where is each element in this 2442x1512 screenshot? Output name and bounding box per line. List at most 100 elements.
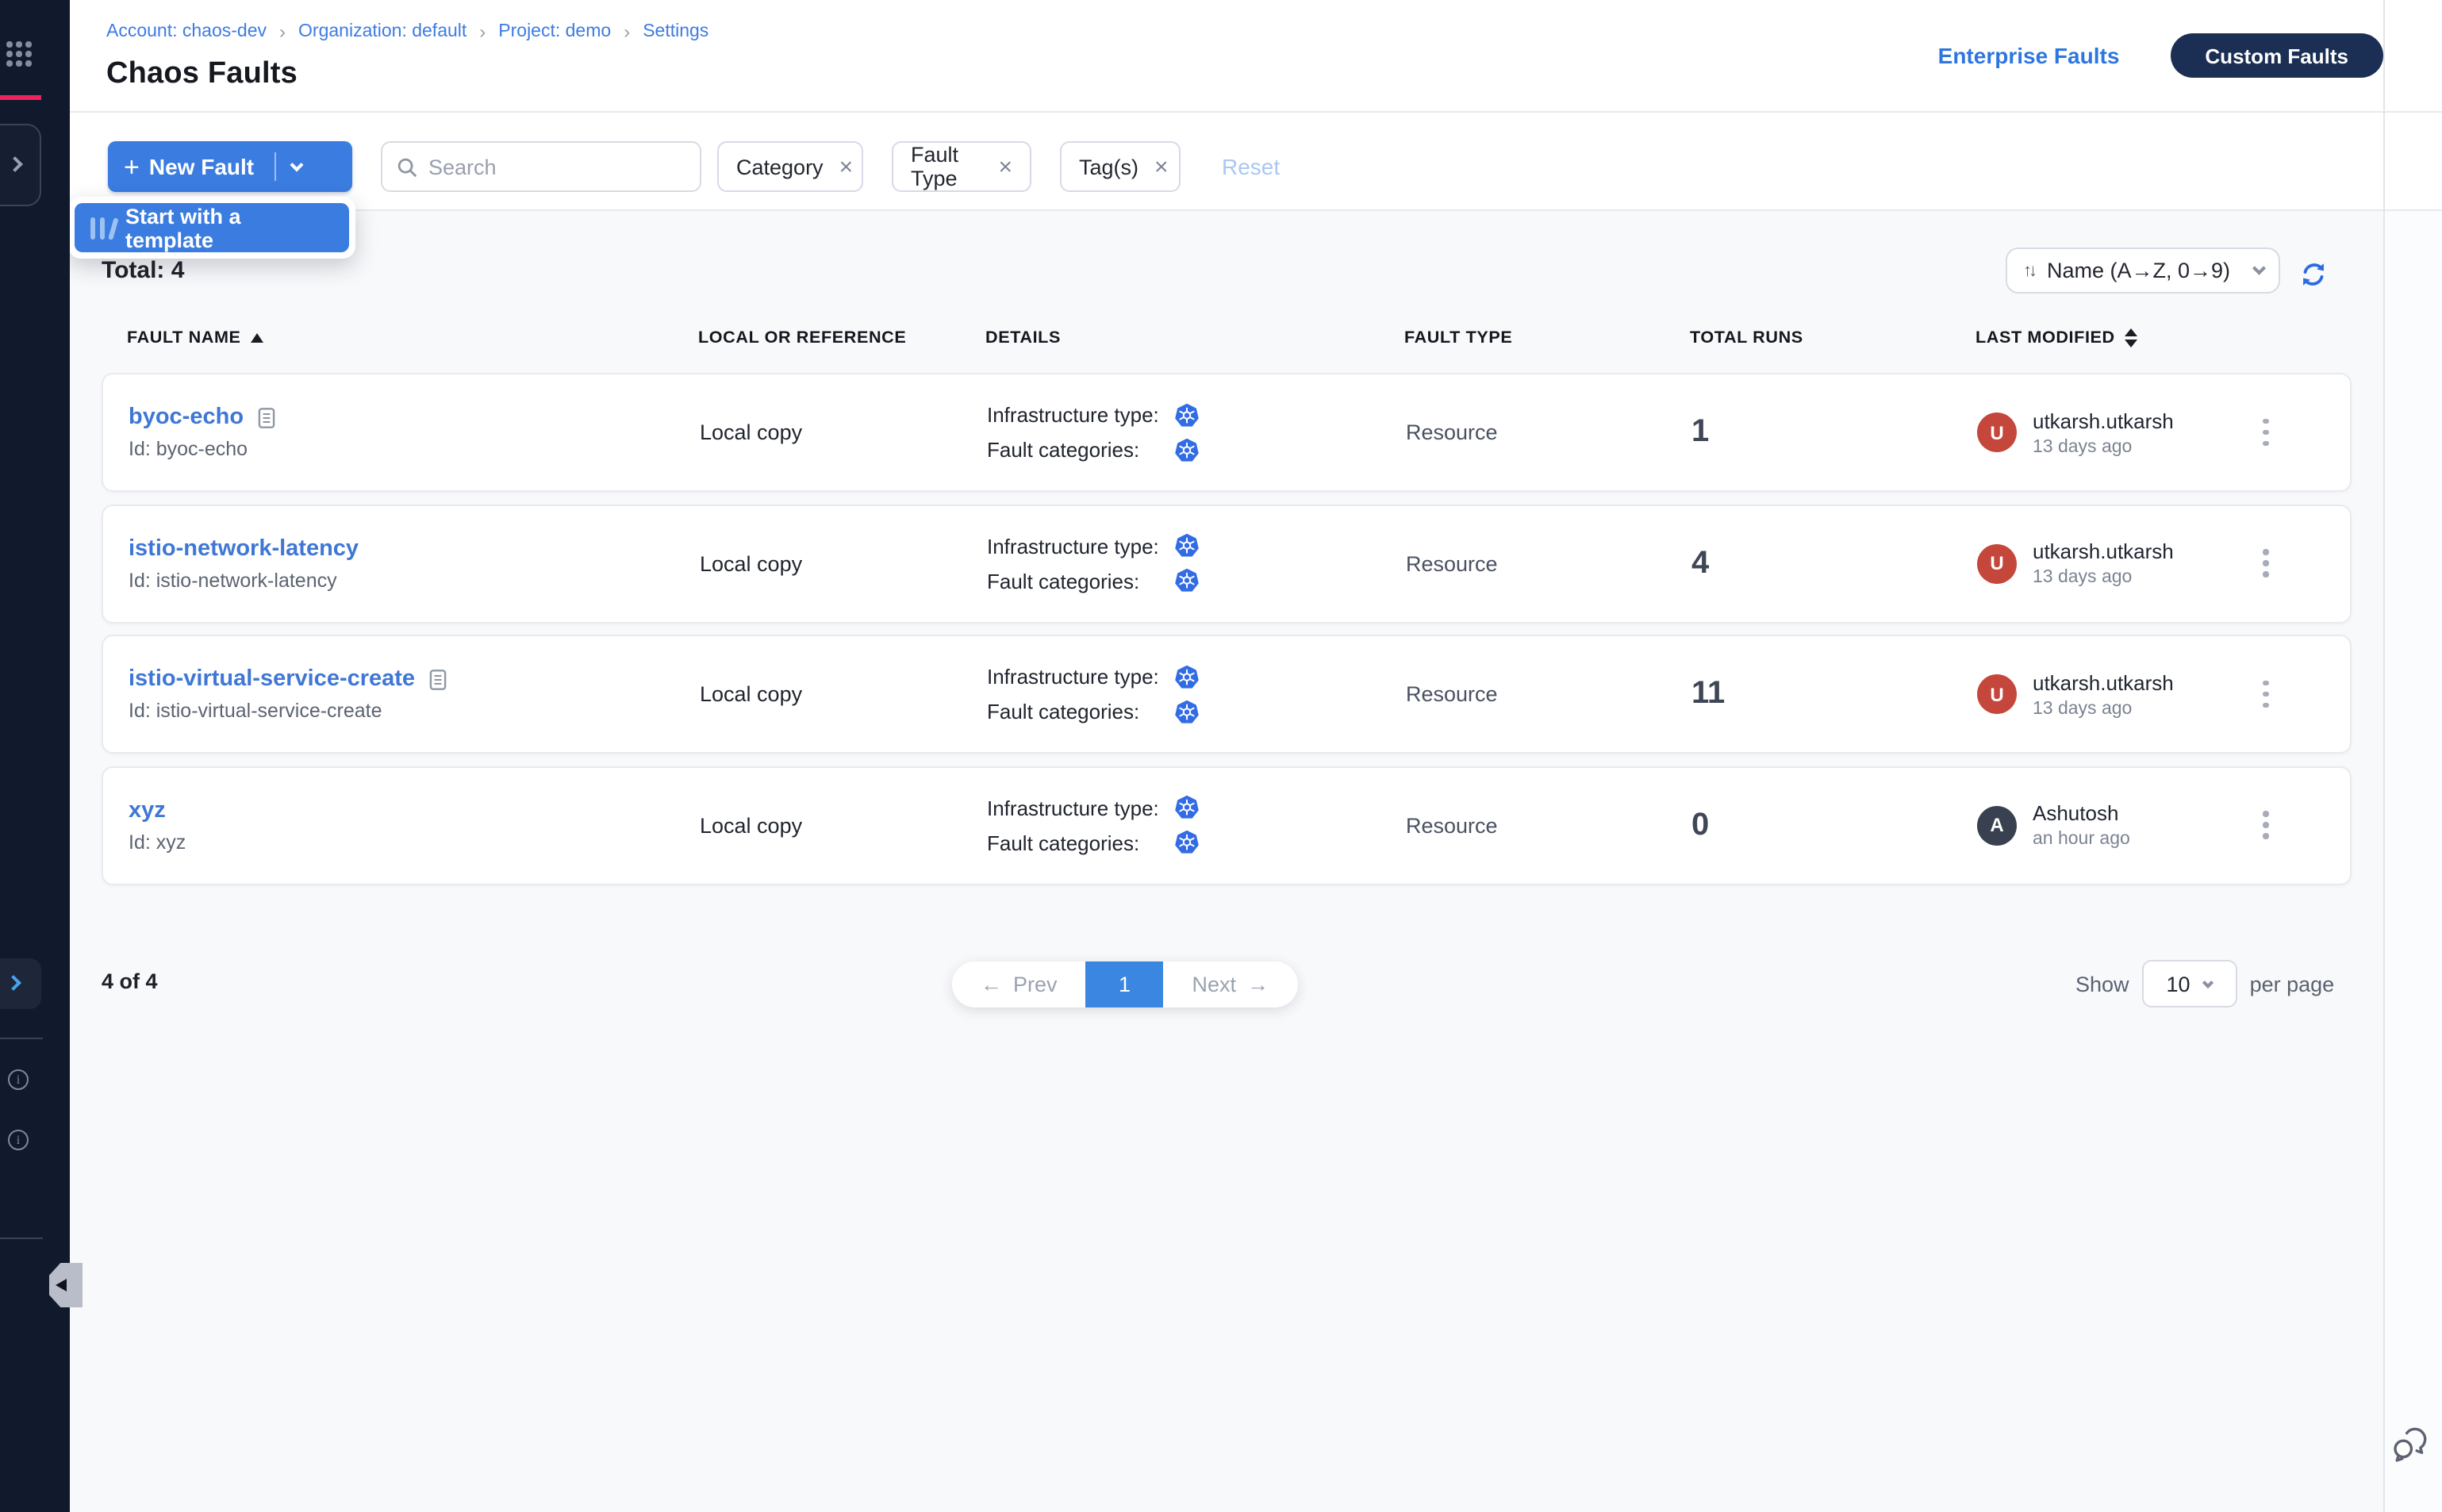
sort-arrows-icon: ↑↓	[2023, 261, 2034, 280]
column-fault-name[interactable]: Fault Name	[127, 328, 698, 347]
filter-label: Tag(s)	[1079, 155, 1138, 178]
search-icon	[397, 156, 417, 177]
copy-id-icon[interactable]	[256, 405, 275, 429]
chevron-down-icon[interactable]	[290, 158, 304, 171]
breadcrumb-project[interactable]: Project: demo	[498, 22, 611, 41]
kebab-menu-icon[interactable]	[2256, 412, 2275, 453]
fault-categories-label: Fault categories:	[987, 831, 1174, 854]
fault-id: Id: byoc-echo	[129, 438, 700, 460]
close-icon[interactable]: ×	[1154, 155, 1169, 178]
row-actions-cell	[2247, 673, 2350, 715]
chevron-right-icon	[6, 975, 21, 991]
total-count: Total: 4	[102, 257, 184, 284]
table-row: xyz Id: xyz Local copy Infrastructure ty…	[102, 766, 2352, 885]
prev-page-button[interactable]: ←Prev	[952, 961, 1086, 1007]
local-or-reference-cell: Local copy	[700, 420, 987, 444]
filter-chip-tags[interactable]: Tag(s) ×	[1060, 141, 1181, 192]
support-chat-button[interactable]	[2390, 1423, 2431, 1464]
sort-both-icon	[2125, 328, 2137, 347]
details-cell: Infrastructure type: Fault categories:	[987, 528, 1406, 598]
chevron-down-icon	[2203, 977, 2214, 988]
table-header-row: Fault Name Local or Reference Details Fa…	[102, 324, 2352, 352]
kubernetes-icon	[1174, 533, 1200, 558]
fault-id: Id: xyz	[129, 831, 700, 853]
fault-name-cell: istio-virtual-service-create Id: istio-v…	[129, 666, 700, 722]
table-row: byoc-echo Id: byoc-echo Local copy Infra…	[102, 373, 2352, 492]
table-row: istio-virtual-service-create Id: istio-v…	[102, 635, 2352, 754]
page-size-select[interactable]: 10	[2142, 960, 2237, 1007]
modified-time: 13 days ago	[2033, 568, 2174, 587]
header-actions: Enterprise Faults Custom Faults	[1938, 33, 2383, 78]
row-actions-cell	[2247, 412, 2350, 453]
plus-icon: +	[124, 153, 140, 180]
fault-name-link[interactable]: xyz	[129, 797, 166, 823]
apps-grid-icon[interactable]	[6, 41, 33, 67]
kebab-menu-icon[interactable]	[2256, 673, 2275, 715]
last-modified-cell: U utkarsh.utkarsh 13 days ago	[1977, 409, 2247, 456]
column-local-or-reference: Local or Reference	[698, 328, 985, 347]
info-icon[interactable]: i	[8, 1069, 29, 1090]
table-row: istio-network-latency Id: istio-network-…	[102, 504, 2352, 623]
kubernetes-icon	[1174, 830, 1200, 855]
next-page-button[interactable]: Next→	[1164, 961, 1298, 1007]
last-modified-cell: U utkarsh.utkarsh 13 days ago	[1977, 670, 2247, 718]
close-icon[interactable]: ×	[839, 155, 854, 178]
local-or-reference-cell: Local copy	[700, 813, 987, 837]
infrastructure-type-label: Infrastructure type:	[987, 534, 1174, 558]
modified-by: utkarsh.utkarsh	[2033, 409, 2174, 432]
column-last-modified[interactable]: Last Modified	[1975, 328, 2245, 347]
expand-nav-button[interactable]	[0, 958, 41, 1009]
brand-accent-bar	[0, 95, 41, 100]
modified-by: Ashutosh	[2033, 801, 2130, 825]
avatar: U	[1977, 413, 2017, 452]
template-library-icon	[90, 217, 113, 239]
breadcrumb-separator: ›	[279, 21, 286, 43]
modified-time: 13 days ago	[2033, 699, 2174, 718]
filter-chip-category[interactable]: Category×	[717, 141, 863, 192]
fault-type-cell: Resource	[1406, 420, 1691, 444]
breadcrumb-settings[interactable]: Settings	[643, 22, 708, 41]
infrastructure-type-label: Infrastructure type:	[987, 665, 1174, 689]
total-runs-cell: 11	[1691, 676, 1977, 712]
refresh-button[interactable]	[2299, 260, 2328, 289]
new-fault-button[interactable]: + New Fault	[108, 141, 352, 192]
fault-name-link[interactable]: byoc-echo	[129, 405, 244, 430]
details-cell: Infrastructure type: Fault categories:	[987, 397, 1406, 467]
search-input[interactable]	[428, 155, 666, 178]
fault-name-link[interactable]: istio-virtual-service-create	[129, 666, 415, 692]
fault-id: Id: istio-network-latency	[129, 569, 700, 591]
content-right-divider	[2383, 0, 2385, 1512]
close-icon[interactable]: ×	[998, 155, 1012, 178]
kebab-menu-icon[interactable]	[2256, 804, 2275, 846]
button-divider	[275, 152, 276, 181]
avatar: U	[1977, 674, 2017, 714]
kebab-menu-icon[interactable]	[2256, 543, 2275, 584]
reset-filters-link[interactable]: Reset	[1222, 154, 1280, 179]
kubernetes-icon	[1174, 699, 1200, 724]
custom-faults-button[interactable]: Custom Faults	[2170, 33, 2383, 78]
start-with-template-item[interactable]: Start with a template	[75, 203, 349, 252]
new-fault-label: New Fault	[149, 154, 254, 179]
fault-name-link[interactable]: istio-network-latency	[129, 535, 359, 561]
copy-id-icon[interactable]	[428, 667, 447, 691]
sort-dropdown[interactable]: ↑↓ Name (A→Z, 0→9)	[2006, 248, 2280, 294]
local-or-reference-cell: Local copy	[700, 551, 987, 575]
last-modified-cell: U utkarsh.utkarsh 13 days ago	[1977, 539, 2247, 587]
chevron-right-icon	[7, 156, 23, 172]
enterprise-faults-link[interactable]: Enterprise Faults	[1938, 43, 2120, 68]
search-field	[381, 141, 701, 192]
fault-type-cell: Resource	[1406, 813, 1691, 837]
chevron-down-icon	[2252, 262, 2265, 274]
nav-collapse-panel[interactable]	[0, 124, 41, 206]
kubernetes-icon	[1174, 795, 1200, 820]
current-page-button[interactable]: 1	[1086, 961, 1164, 1007]
right-gutter	[2385, 211, 2442, 1512]
filter-chip-fault-type[interactable]: Fault Type×	[892, 141, 1031, 192]
breadcrumb-account[interactable]: Account: chaos-dev	[106, 22, 267, 41]
modified-by: utkarsh.utkarsh	[2033, 539, 2174, 563]
info-icon[interactable]: i	[8, 1130, 29, 1150]
page-summary: 4 of 4	[102, 969, 158, 993]
arrow-right-icon: →	[1247, 973, 1269, 996]
fault-name-cell: byoc-echo Id: byoc-echo	[129, 405, 700, 460]
breadcrumb-organization[interactable]: Organization: default	[298, 22, 467, 41]
